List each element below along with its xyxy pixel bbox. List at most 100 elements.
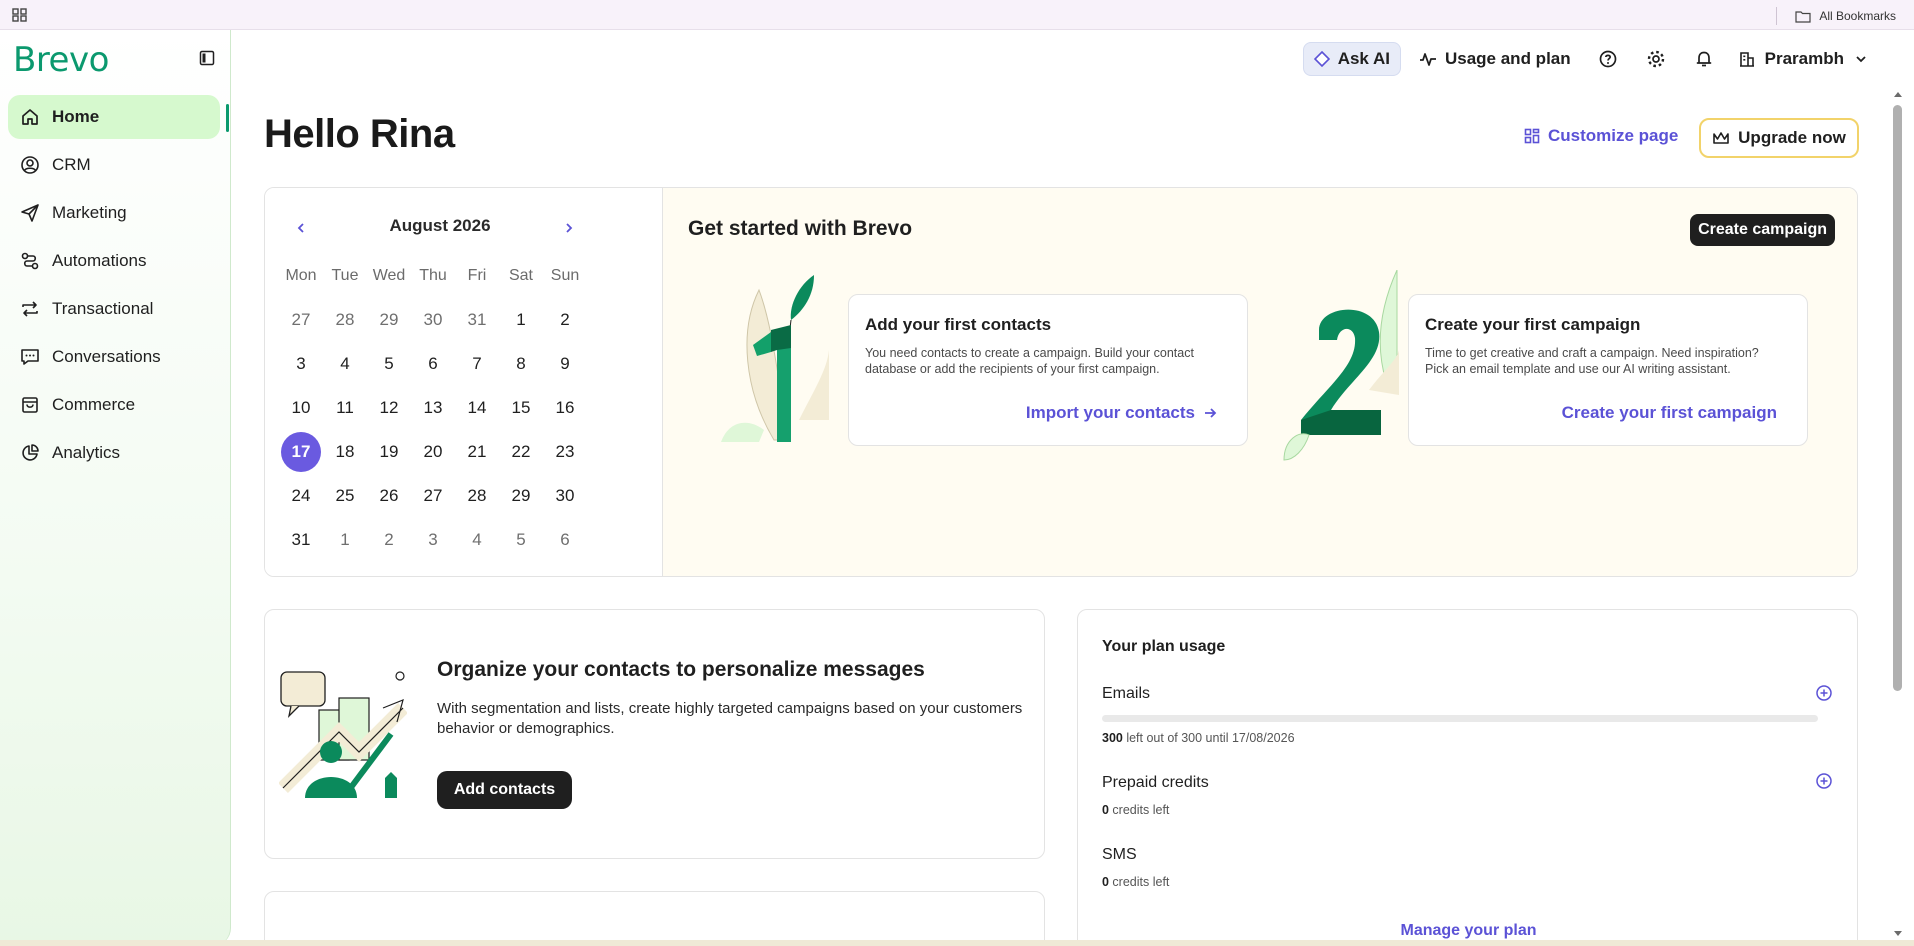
page-title: Hello Rina	[264, 112, 455, 156]
upgrade-label: Upgrade now	[1738, 128, 1846, 147]
calendar-day[interactable]: 3	[411, 518, 455, 562]
bookmarks-bar: All Bookmarks	[0, 0, 1914, 30]
crown-icon	[1713, 132, 1729, 144]
import-contacts-link[interactable]: Import your contacts	[1026, 403, 1217, 423]
calendar-day[interactable]: 27	[411, 474, 455, 518]
sidebar-item-home[interactable]: Home	[8, 95, 220, 139]
help-button[interactable]	[1589, 40, 1627, 78]
calendar-day[interactable]: 6	[543, 518, 587, 562]
calendar-next-button[interactable]	[557, 216, 581, 240]
sms-remaining: 0 credits left	[1102, 875, 1169, 889]
chevron-left-icon	[297, 223, 304, 233]
apps-grid-icon[interactable]	[12, 8, 28, 22]
sidebar-item-crm[interactable]: CRM	[8, 143, 220, 187]
home-icon	[22, 109, 38, 125]
calendar-day[interactable]: 31	[455, 298, 499, 342]
calendar-day[interactable]: 10	[279, 386, 323, 430]
calendar-day[interactable]: 1	[499, 298, 543, 342]
calendar-day[interactable]: 22	[499, 430, 543, 474]
account-menu[interactable]: Prarambh	[1733, 49, 1874, 69]
calendar-day[interactable]: 29	[499, 474, 543, 518]
create-campaign-button[interactable]: Create campaign	[1690, 214, 1835, 246]
calendar-day[interactable]: 16	[543, 386, 587, 430]
active-indicator	[226, 104, 229, 132]
add-emails-icon[interactable]	[1816, 685, 1832, 701]
ask-ai-button[interactable]: Ask AI	[1302, 42, 1401, 76]
calendar-day[interactable]: 7	[455, 342, 499, 386]
bell-icon	[1696, 51, 1711, 67]
upgrade-now-button[interactable]: Upgrade now	[1699, 118, 1859, 158]
calendar-day[interactable]: 6	[411, 342, 455, 386]
calendar-prev-button[interactable]	[289, 216, 313, 240]
calendar-day[interactable]: 5	[499, 518, 543, 562]
calendar-day[interactable]: 2	[367, 518, 411, 562]
calendar-day[interactable]: 30	[411, 298, 455, 342]
notifications-button[interactable]	[1685, 40, 1723, 78]
all-bookmarks[interactable]: All Bookmarks	[1776, 7, 1896, 25]
calendar-day[interactable]: 8	[499, 342, 543, 386]
calendar-day[interactable]: 27	[279, 298, 323, 342]
link-label: Create your first campaign	[1561, 403, 1777, 422]
usage-and-plan-button[interactable]: Usage and plan	[1411, 49, 1579, 69]
calendar-day[interactable]: 11	[323, 386, 367, 430]
calendar-day[interactable]: 25	[323, 474, 367, 518]
sidebar-item-marketing[interactable]: Marketing	[8, 191, 220, 235]
ask-ai-label: Ask AI	[1337, 49, 1390, 68]
sidebar-collapse-icon[interactable]	[199, 50, 215, 66]
add-contacts-button[interactable]: Add contacts	[437, 771, 572, 809]
plan-usage-card: Your plan usage Emails 300 left out of 3…	[1077, 609, 1858, 946]
calendar-day[interactable]: 14	[455, 386, 499, 430]
step-description: Time to get creative and craft a campaig…	[1425, 346, 1759, 376]
calendar-day[interactable]: 21	[455, 430, 499, 474]
calendar-day[interactable]: 4	[323, 342, 367, 386]
shopping-bag-icon	[22, 397, 38, 413]
calendar-day[interactable]: 12	[367, 386, 411, 430]
calendar-day[interactable]: 15	[499, 386, 543, 430]
calendar-day[interactable]: 30	[543, 474, 587, 518]
manage-plan-link[interactable]: Manage your plan	[1078, 922, 1859, 940]
weekday-label: Sat	[508, 267, 533, 284]
calendar-day-today[interactable]: 17	[279, 430, 323, 474]
create-first-campaign-link[interactable]: Create your first campaign	[1562, 403, 1777, 423]
sidebar-item-analytics[interactable]: Analytics	[8, 431, 220, 475]
brevo-logo[interactable]: Brevo	[13, 40, 109, 80]
send-icon	[21, 204, 39, 222]
calendar-day[interactable]: 2	[543, 298, 587, 342]
calendar-day[interactable]: 18	[323, 430, 367, 474]
calendar-day[interactable]: 5	[367, 342, 411, 386]
calendar-day[interactable]: 23	[543, 430, 587, 474]
calendar-day[interactable]: 9	[543, 342, 587, 386]
calendar-day[interactable]: 4	[455, 518, 499, 562]
sidebar-item-conversations[interactable]: Conversations	[8, 335, 220, 379]
calendar-day[interactable]: 3	[279, 342, 323, 386]
calendar-day[interactable]: 31	[279, 518, 323, 562]
prepaid-count: 0	[1102, 803, 1109, 817]
emails-rest: left out of 300 until 17/08/2026	[1122, 731, 1295, 745]
sidebar-item-label: Analytics	[52, 443, 121, 462]
weekday-label: Fri	[467, 267, 487, 284]
add-contacts-step-card: Add your first contacts You need contact…	[848, 294, 1248, 446]
customize-page-button[interactable]: Customize page	[1524, 126, 1678, 146]
calendar-day[interactable]: 28	[455, 474, 499, 518]
scroll-up-arrow-icon[interactable]	[1893, 90, 1903, 98]
scrollbar-thumb[interactable]	[1893, 105, 1902, 691]
scroll-down-arrow-icon[interactable]	[1893, 930, 1903, 938]
calendar-day[interactable]: 29	[367, 298, 411, 342]
activity-icon	[1419, 53, 1436, 66]
settings-button[interactable]	[1637, 40, 1675, 78]
calendar-day[interactable]: 1	[323, 518, 367, 562]
sidebar-item-automations[interactable]: Automations	[8, 239, 220, 283]
calendar-day[interactable]: 13	[411, 386, 455, 430]
sidebar-item-transactional[interactable]: Transactional	[8, 287, 220, 331]
calendar-day[interactable]: 24	[279, 474, 323, 518]
contact-circle-icon	[21, 156, 39, 174]
sidebar-item-commerce[interactable]: Commerce	[8, 383, 220, 427]
emails-count: 300	[1102, 731, 1123, 745]
number-two-illustration	[1283, 270, 1399, 461]
calendar-day[interactable]: 28	[323, 298, 367, 342]
calendar-day[interactable]: 19	[367, 430, 411, 474]
calendar-day[interactable]: 20	[411, 430, 455, 474]
add-prepaid-credits-icon[interactable]	[1816, 773, 1832, 789]
calendar-day[interactable]: 26	[367, 474, 411, 518]
get-started-panel: August 2026 Mon Tue Wed Thu Fri Sat Sun 27 28 29 3…	[264, 187, 1858, 577]
